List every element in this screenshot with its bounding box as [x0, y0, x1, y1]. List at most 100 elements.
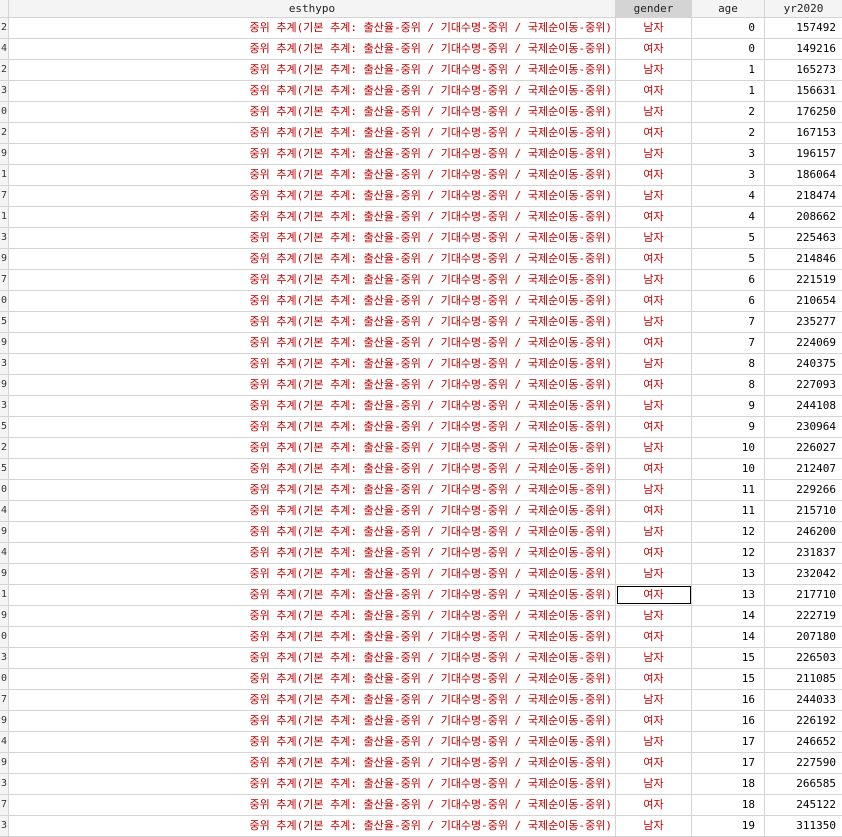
- yr2020-cell[interactable]: 218474: [765, 186, 842, 206]
- esthypo-cell[interactable]: 중위 추계(기본 추계: 출산율-중위 / 기대수명-중위 / 국제순이동-중위…: [9, 711, 616, 731]
- esthypo-cell[interactable]: 중위 추계(기본 추계: 출산율-중위 / 기대수명-중위 / 국제순이동-중위…: [9, 480, 616, 500]
- age-cell[interactable]: 5: [692, 228, 765, 248]
- age-cell[interactable]: 15: [692, 648, 765, 668]
- age-cell[interactable]: 3: [692, 165, 765, 185]
- gender-cell[interactable]: 남자: [616, 564, 692, 584]
- esthypo-cell[interactable]: 중위 추계(기본 추계: 출산율-중위 / 기대수명-중위 / 국제순이동-중위…: [9, 564, 616, 584]
- row-number-cell[interactable]: 9: [0, 606, 9, 626]
- esthypo-cell[interactable]: 중위 추계(기본 추계: 출산율-중위 / 기대수명-중위 / 국제순이동-중위…: [9, 186, 616, 206]
- table-row[interactable]: 0 중위 추계(기본 추계: 출산율-중위 / 기대수명-중위 / 국제순이동-중…: [0, 291, 842, 312]
- table-row[interactable]: 9 중위 추계(기본 추계: 출산율-중위 / 기대수명-중위 / 국제순이동-중…: [0, 144, 842, 165]
- yr2020-cell[interactable]: 222719: [765, 606, 842, 626]
- esthypo-cell[interactable]: 중위 추계(기본 추계: 출산율-중위 / 기대수명-중위 / 국제순이동-중위…: [9, 312, 616, 332]
- table-row[interactable]: 4 중위 추계(기본 추계: 출산율-중위 / 기대수명-중위 / 국제순이동-중…: [0, 39, 842, 60]
- table-row[interactable]: 1 중위 추계(기본 추계: 출산율-중위 / 기대수명-중위 / 국제순이동-중…: [0, 165, 842, 186]
- yr2020-cell[interactable]: 244033: [765, 690, 842, 710]
- esthypo-cell[interactable]: 중위 추계(기본 추계: 출산율-중위 / 기대수명-중위 / 국제순이동-중위…: [9, 543, 616, 563]
- table-row[interactable]: 1 중위 추계(기본 추계: 출산율-중위 / 기대수명-중위 / 국제순이동-중…: [0, 207, 842, 228]
- yr2020-cell[interactable]: 311350: [765, 816, 842, 836]
- esthypo-cell[interactable]: 중위 추계(기본 추계: 출산율-중위 / 기대수명-중위 / 국제순이동-중위…: [9, 606, 616, 626]
- esthypo-cell[interactable]: 중위 추계(기본 추계: 출산율-중위 / 기대수명-중위 / 국제순이동-중위…: [9, 459, 616, 479]
- row-number-cell[interactable]: 3: [0, 774, 9, 794]
- age-cell[interactable]: 13: [692, 585, 765, 605]
- table-row[interactable]: 5 중위 추계(기본 추계: 출산율-중위 / 기대수명-중위 / 국제순이동-중…: [0, 312, 842, 333]
- esthypo-cell[interactable]: 중위 추계(기본 추계: 출산율-중위 / 기대수명-중위 / 국제순이동-중위…: [9, 270, 616, 290]
- esthypo-cell[interactable]: 중위 추계(기본 추계: 출산율-중위 / 기대수명-중위 / 국제순이동-중위…: [9, 396, 616, 416]
- gender-cell[interactable]: 남자: [616, 648, 692, 668]
- yr2020-cell[interactable]: 210654: [765, 291, 842, 311]
- table-row[interactable]: 3 중위 추계(기본 추계: 출산율-중위 / 기대수명-중위 / 국제순이동-중…: [0, 354, 842, 375]
- row-number-cell[interactable]: 4: [0, 732, 9, 752]
- gender-cell[interactable]: 여자: [616, 291, 692, 311]
- age-cell[interactable]: 18: [692, 774, 765, 794]
- gender-cell[interactable]: 남자: [616, 186, 692, 206]
- age-cell[interactable]: 6: [692, 270, 765, 290]
- row-number-cell[interactable]: 5: [0, 459, 9, 479]
- row-number-cell[interactable]: 0: [0, 102, 9, 122]
- gender-cell[interactable]: 여자: [616, 207, 692, 227]
- row-number-cell[interactable]: 0: [0, 291, 9, 311]
- column-header-age[interactable]: age: [692, 0, 765, 17]
- row-number-cell[interactable]: 7: [0, 690, 9, 710]
- table-row[interactable]: 3 중위 추계(기본 추계: 출산율-중위 / 기대수명-중위 / 국제순이동-중…: [0, 396, 842, 417]
- gender-cell[interactable]: 남자: [616, 144, 692, 164]
- gender-cell[interactable]: 여자: [616, 795, 692, 815]
- esthypo-cell[interactable]: 중위 추계(기본 추계: 출산율-중위 / 기대수명-중위 / 국제순이동-중위…: [9, 669, 616, 689]
- gender-cell[interactable]: 남자: [616, 732, 692, 752]
- table-row[interactable]: 2 중위 추계(기본 추계: 출산율-중위 / 기대수명-중위 / 국제순이동-중…: [0, 123, 842, 144]
- gender-cell[interactable]: 남자: [616, 354, 692, 374]
- age-cell[interactable]: 15: [692, 669, 765, 689]
- yr2020-cell[interactable]: 225463: [765, 228, 842, 248]
- table-row[interactable]: 7 중위 추계(기본 추계: 출산율-중위 / 기대수명-중위 / 국제순이동-중…: [0, 795, 842, 816]
- yr2020-cell[interactable]: 232042: [765, 564, 842, 584]
- table-row[interactable]: 9 중위 추계(기본 추계: 출산율-중위 / 기대수명-중위 / 국제순이동-중…: [0, 564, 842, 585]
- table-row[interactable]: 0 중위 추계(기본 추계: 출산율-중위 / 기대수명-중위 / 국제순이동-중…: [0, 627, 842, 648]
- yr2020-cell[interactable]: 208662: [765, 207, 842, 227]
- row-number-cell[interactable]: 2: [0, 438, 9, 458]
- row-number-cell[interactable]: 1: [0, 207, 9, 227]
- gender-cell[interactable]: 남자: [616, 228, 692, 248]
- yr2020-cell[interactable]: 224069: [765, 333, 842, 353]
- age-cell[interactable]: 10: [692, 438, 765, 458]
- table-row[interactable]: 9 중위 추계(기본 추계: 출산율-중위 / 기대수명-중위 / 국제순이동-중…: [0, 249, 842, 270]
- gender-cell[interactable]: 남자: [616, 774, 692, 794]
- age-cell[interactable]: 14: [692, 627, 765, 647]
- esthypo-cell[interactable]: 중위 추계(기본 추계: 출산율-중위 / 기대수명-중위 / 국제순이동-중위…: [9, 18, 616, 38]
- esthypo-cell[interactable]: 중위 추계(기본 추계: 출산율-중위 / 기대수명-중위 / 국제순이동-중위…: [9, 102, 616, 122]
- row-number-cell[interactable]: 2: [0, 123, 9, 143]
- table-row[interactable]: 5 중위 추계(기본 추계: 출산율-중위 / 기대수명-중위 / 국제순이동-중…: [0, 459, 842, 480]
- gender-cell[interactable]: 남자: [616, 396, 692, 416]
- age-cell[interactable]: 4: [692, 186, 765, 206]
- row-number-header[interactable]: [0, 0, 9, 17]
- age-cell[interactable]: 11: [692, 480, 765, 500]
- age-cell[interactable]: 10: [692, 459, 765, 479]
- gender-cell[interactable]: 여자: [616, 417, 692, 437]
- age-cell[interactable]: 2: [692, 123, 765, 143]
- yr2020-cell[interactable]: 227590: [765, 753, 842, 773]
- row-number-cell[interactable]: 9: [0, 564, 9, 584]
- row-number-cell[interactable]: 1: [0, 165, 9, 185]
- age-cell[interactable]: 12: [692, 522, 765, 542]
- age-cell[interactable]: 7: [692, 333, 765, 353]
- yr2020-cell[interactable]: 176250: [765, 102, 842, 122]
- table-row[interactable]: 4 중위 추계(기본 추계: 출산율-중위 / 기대수명-중위 / 국제순이동-중…: [0, 543, 842, 564]
- table-row[interactable]: 3 중위 추계(기본 추계: 출산율-중위 / 기대수명-중위 / 국제순이동-중…: [0, 81, 842, 102]
- esthypo-cell[interactable]: 중위 추계(기본 추계: 출산율-중위 / 기대수명-중위 / 국제순이동-중위…: [9, 501, 616, 521]
- row-number-cell[interactable]: 0: [0, 627, 9, 647]
- age-cell[interactable]: 16: [692, 711, 765, 731]
- yr2020-cell[interactable]: 245122: [765, 795, 842, 815]
- yr2020-cell[interactable]: 226503: [765, 648, 842, 668]
- yr2020-cell[interactable]: 156631: [765, 81, 842, 101]
- esthypo-cell[interactable]: 중위 추계(기본 추계: 출산율-중위 / 기대수명-중위 / 국제순이동-중위…: [9, 585, 616, 605]
- esthypo-cell[interactable]: 중위 추계(기본 추계: 출산율-중위 / 기대수명-중위 / 국제순이동-중위…: [9, 417, 616, 437]
- yr2020-cell[interactable]: 212407: [765, 459, 842, 479]
- table-row[interactable]: 2 중위 추계(기본 추계: 출산율-중위 / 기대수명-중위 / 국제순이동-중…: [0, 18, 842, 39]
- column-header-esthypo[interactable]: esthypo: [9, 0, 616, 17]
- esthypo-cell[interactable]: 중위 추계(기본 추계: 출산율-중위 / 기대수명-중위 / 국제순이동-중위…: [9, 795, 616, 815]
- age-cell[interactable]: 19: [692, 816, 765, 836]
- esthypo-cell[interactable]: 중위 추계(기본 추계: 출산율-중위 / 기대수명-중위 / 국제순이동-중위…: [9, 144, 616, 164]
- row-number-cell[interactable]: 5: [0, 312, 9, 332]
- gender-cell[interactable]: 여자: [616, 249, 692, 269]
- table-row[interactable]: 9 중위 추계(기본 추계: 출산율-중위 / 기대수명-중위 / 국제순이동-중…: [0, 375, 842, 396]
- table-row[interactable]: 7 중위 추계(기본 추계: 출산율-중위 / 기대수명-중위 / 국제순이동-중…: [0, 186, 842, 207]
